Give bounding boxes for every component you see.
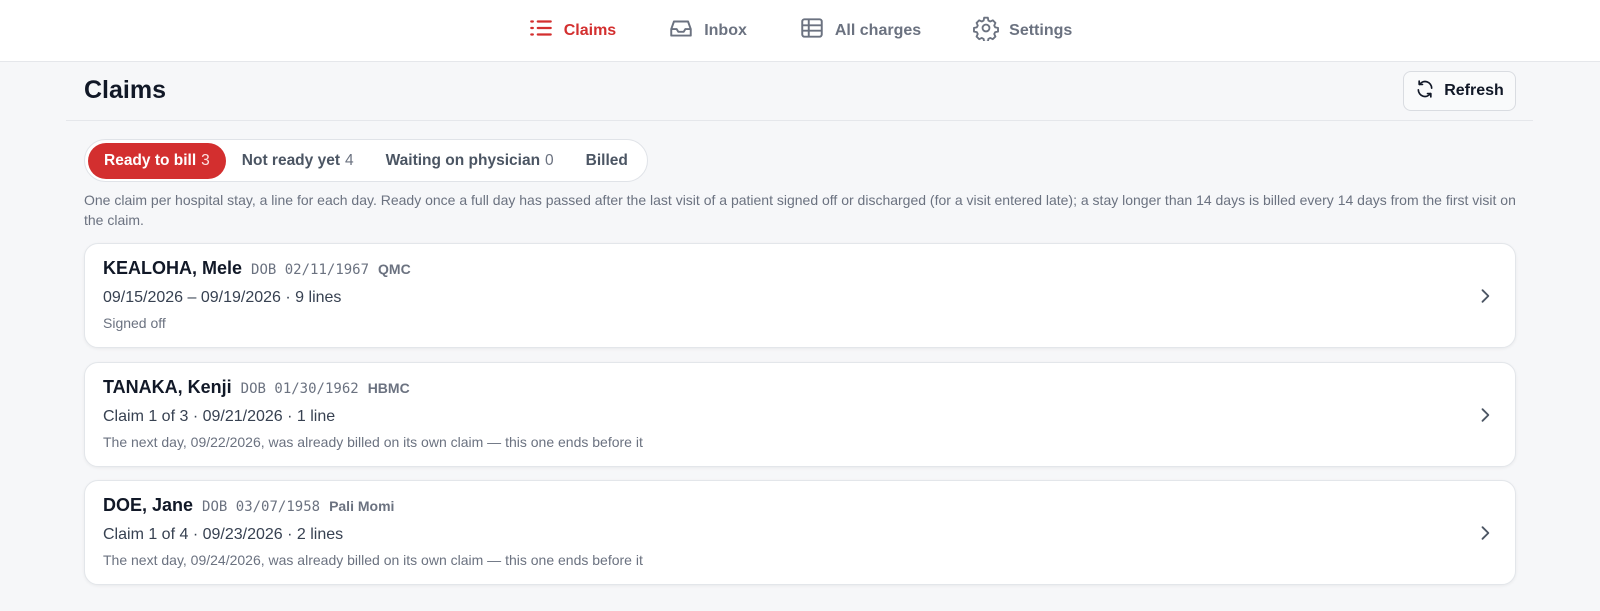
tab-label: Not ready yet — [241, 151, 340, 169]
chevron-right-icon — [1475, 286, 1495, 306]
claim-summary: 09/15/2026 – 09/19/2026 · 9 lines — [103, 289, 342, 306]
tab-waiting-on-physician[interactable]: Waiting on physician 0 — [370, 143, 570, 179]
top-navigation: Claims Inbox All charges Settings — [0, 0, 1600, 62]
nav-item-label: All charges — [834, 21, 922, 39]
claim-card[interactable]: DOE, Jane DOB 03/07/1958 Pali Momi Claim… — [84, 480, 1516, 585]
tab-count: 3 — [201, 151, 210, 169]
claims-description: One claim per hospital stay, a line for … — [84, 192, 1516, 228]
patient-name: DOE, Jane — [103, 495, 194, 515]
nav-item-inbox[interactable]: Inbox — [668, 15, 747, 46]
refresh-icon — [1415, 79, 1435, 104]
claim-header: KEALOHA, Mele DOB 02/11/1967 QMC — [103, 258, 411, 279]
tab-count: 4 — [344, 151, 354, 169]
patient-dob: DOB 03/07/1958 — [202, 499, 321, 515]
claim-summary: Claim 1 of 4 · 09/23/2026 · 2 lines — [103, 526, 344, 543]
hospital-code: QMC — [378, 261, 411, 277]
nav-item-label: Inbox — [704, 21, 747, 39]
list-icon — [528, 15, 554, 46]
tab-label: Ready to bill — [104, 151, 197, 169]
nav-item-all-charges[interactable]: All charges — [799, 15, 921, 46]
nav-item-label: Settings — [1009, 21, 1073, 39]
refresh-label: Refresh — [1444, 82, 1504, 99]
claim-status: The next day, 09/22/2026, was already bi… — [103, 434, 643, 450]
claim-header: DOE, Jane DOB 03/07/1958 Pali Momi — [103, 495, 394, 516]
status-tabs: Ready to bill 3 Not ready yet 4 Waiting … — [84, 139, 648, 182]
table-icon — [799, 15, 825, 46]
tab-label: Waiting on physician — [385, 151, 541, 169]
claim-card[interactable]: TANAKA, Kenji DOB 01/30/1962 HBMC Claim … — [84, 362, 1516, 467]
tab-billed[interactable]: Billed — [570, 143, 644, 179]
page-title: Claims — [84, 76, 166, 104]
patient-name: TANAKA, Kenji — [103, 377, 232, 397]
claim-card[interactable]: KEALOHA, Mele DOB 02/11/1967 QMC 09/15/2… — [84, 243, 1516, 348]
tab-ready-to-bill[interactable]: Ready to bill 3 — [88, 142, 226, 179]
nav-item-settings[interactable]: Settings — [973, 15, 1072, 46]
claim-status: The next day, 09/24/2026, was already bi… — [103, 552, 643, 568]
inbox-icon — [668, 15, 694, 46]
hospital-code: HBMC — [367, 380, 410, 396]
gear-icon — [973, 15, 1000, 46]
nav-item-claims[interactable]: Claims — [528, 15, 616, 46]
page-header: Claims Refresh — [66, 62, 1533, 121]
chevron-right-icon — [1475, 405, 1495, 425]
tab-count: 0 — [545, 151, 554, 169]
claim-status: Signed off — [103, 315, 166, 331]
patient-dob: DOB 02/11/1967 — [251, 262, 370, 278]
hospital-code: Pali Momi — [329, 498, 395, 514]
chevron-right-icon — [1475, 523, 1495, 543]
claim-summary: Claim 1 of 3 · 09/21/2026 · 1 line — [103, 408, 336, 425]
tab-label: Billed — [585, 151, 628, 169]
patient-dob: DOB 01/30/1962 — [240, 381, 359, 397]
nav-item-label: Claims — [563, 21, 617, 39]
claim-header: TANAKA, Kenji DOB 01/30/1962 HBMC — [103, 377, 410, 398]
refresh-button[interactable]: Refresh — [1403, 71, 1516, 111]
tab-not-ready-yet[interactable]: Not ready yet 4 — [226, 143, 370, 179]
nav-items: Claims Inbox All charges Settings — [528, 15, 1072, 46]
patient-name: KEALOHA, Mele — [103, 258, 243, 278]
